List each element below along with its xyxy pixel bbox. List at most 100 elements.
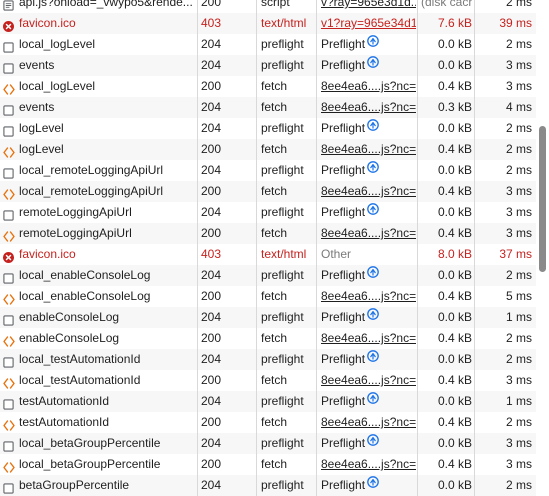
- initiator-link[interactable]: v?ray=965e3d1d...: [321, 0, 416, 9]
- request-name[interactable]: local_remoteLoggingApiUrl: [19, 160, 163, 181]
- name-cell[interactable]: local_testAutomationId: [0, 349, 196, 370]
- name-cell[interactable]: betaGroupPercentile: [0, 475, 196, 496]
- request-row[interactable]: local_enableConsoleLog 204 preflight Prefli…: [0, 265, 536, 286]
- name-cell[interactable]: local_betaGroupPercentile: [0, 433, 196, 454]
- request-name[interactable]: local_remoteLoggingApiUrl: [19, 181, 163, 202]
- fetch-icon: [3, 228, 15, 242]
- name-cell[interactable]: logLevel: [0, 139, 196, 160]
- request-name[interactable]: events: [19, 55, 54, 76]
- preflight-link-icon[interactable]: [367, 265, 379, 285]
- name-cell[interactable]: local_betaGroupPercentile: [0, 454, 196, 475]
- initiator-link[interactable]: 8ee4ea6....js?nc=M: [321, 457, 416, 471]
- request-name[interactable]: remoteLoggingApiUrl: [19, 202, 132, 223]
- request-name[interactable]: api.js?onload=_vwypo5&rende...: [19, 0, 193, 13]
- initiator-link[interactable]: 8ee4ea6....js?nc=M: [321, 142, 416, 156]
- preflight-link-icon[interactable]: [367, 433, 379, 453]
- scrollbar-thumb[interactable]: [539, 126, 546, 272]
- request-row[interactable]: local_remoteLoggingApiUrl 200 fetch 8ee4ea6…: [0, 181, 536, 202]
- request-row[interactable]: remoteLoggingApiUrl 200 fetch 8ee4ea6....js…: [0, 223, 536, 244]
- name-cell[interactable]: enableConsoleLog: [0, 307, 196, 328]
- request-name[interactable]: testAutomationId: [19, 391, 109, 412]
- initiator-link[interactable]: 8ee4ea6....js?nc=M: [321, 184, 416, 198]
- request-name[interactable]: local_betaGroupPercentile: [19, 433, 160, 454]
- request-row[interactable]: local_testAutomationId 200 fetch 8ee4ea6...…: [0, 370, 536, 391]
- request-row[interactable]: testAutomationId 204 preflight Preflight 0.0…: [0, 391, 536, 412]
- name-cell[interactable]: enableConsoleLog: [0, 328, 196, 349]
- preflight-link-icon[interactable]: [367, 391, 379, 411]
- request-name[interactable]: local_enableConsoleLog: [19, 265, 150, 286]
- request-name[interactable]: local_enableConsoleLog: [19, 286, 150, 307]
- request-row[interactable]: local_testAutomationId 204 preflight Prefli…: [0, 349, 536, 370]
- preflight-link-icon[interactable]: [367, 160, 379, 180]
- request-name[interactable]: logLevel: [19, 118, 64, 139]
- request-row[interactable]: favicon.ico 403 text/html v1?ray=965e34d1..…: [0, 13, 536, 34]
- name-cell[interactable]: favicon.ico: [0, 13, 196, 34]
- preflight-link-icon[interactable]: [367, 34, 379, 54]
- name-cell[interactable]: local_logLevel: [0, 34, 196, 55]
- preflight-link-icon[interactable]: [367, 307, 379, 327]
- request-row[interactable]: testAutomationId 200 fetch 8ee4ea6....js?nc…: [0, 412, 536, 433]
- request-row[interactable]: remoteLoggingApiUrl 204 preflight Preflight…: [0, 202, 536, 223]
- request-name[interactable]: favicon.ico: [19, 13, 76, 34]
- preflight-link-icon[interactable]: [367, 475, 379, 495]
- request-name[interactable]: betaGroupPercentile: [19, 475, 129, 496]
- request-name[interactable]: local_logLevel: [19, 76, 95, 97]
- name-cell[interactable]: testAutomationId: [0, 391, 196, 412]
- vertical-scrollbar[interactable]: [537, 0, 547, 484]
- name-cell[interactable]: events: [0, 97, 196, 118]
- name-cell[interactable]: local_enableConsoleLog: [0, 265, 196, 286]
- name-cell[interactable]: favicon.ico: [0, 244, 196, 265]
- preflight-link-icon[interactable]: [367, 202, 379, 222]
- name-cell[interactable]: local_logLevel: [0, 76, 196, 97]
- request-name[interactable]: logLevel: [19, 139, 64, 160]
- request-name[interactable]: events: [19, 97, 54, 118]
- initiator-link[interactable]: 8ee4ea6....js?nc=M: [321, 289, 416, 303]
- name-cell[interactable]: local_remoteLoggingApiUrl: [0, 181, 196, 202]
- request-row[interactable]: api.js?onload=_vwypo5&rende... 200 script v…: [0, 0, 536, 13]
- request-name[interactable]: remoteLoggingApiUrl: [19, 223, 132, 244]
- request-name[interactable]: enableConsoleLog: [19, 328, 119, 349]
- request-row[interactable]: local_remoteLoggingApiUrl 204 preflight Pre…: [0, 160, 536, 181]
- name-cell[interactable]: local_enableConsoleLog: [0, 286, 196, 307]
- request-row[interactable]: local_betaGroupPercentile 200 fetch 8ee4ea6…: [0, 454, 536, 475]
- request-row[interactable]: local_logLevel 204 preflight Preflight 0.0 k…: [0, 34, 536, 55]
- request-name[interactable]: enableConsoleLog: [19, 307, 119, 328]
- initiator-link[interactable]: 8ee4ea6....js?nc=M: [321, 373, 416, 387]
- initiator-link[interactable]: v1?ray=965e34d1...: [321, 16, 416, 30]
- request-row[interactable]: logLevel 200 fetch 8ee4ea6....js?nc=M 0.4 kB…: [0, 139, 536, 160]
- preflight-link-icon[interactable]: [367, 349, 379, 369]
- request-row[interactable]: favicon.ico 403 text/html Other 8.0 kB 37 ms: [0, 244, 536, 265]
- initiator-link[interactable]: 8ee4ea6....js?nc=M: [321, 331, 416, 345]
- request-name[interactable]: local_testAutomationId: [19, 370, 140, 391]
- request-row[interactable]: local_enableConsoleLog 200 fetch 8ee4ea6...…: [0, 286, 536, 307]
- initiator-link[interactable]: 8ee4ea6....js?nc=M: [321, 100, 416, 114]
- request-row[interactable]: local_betaGroupPercentile 204 preflight Pre…: [0, 433, 536, 454]
- request-row[interactable]: enableConsoleLog 204 preflight Preflight 0.0…: [0, 307, 536, 328]
- name-cell[interactable]: testAutomationId: [0, 412, 196, 433]
- preflight-link-icon[interactable]: [367, 55, 379, 75]
- name-cell[interactable]: logLevel: [0, 118, 196, 139]
- name-cell[interactable]: remoteLoggingApiUrl: [0, 223, 196, 244]
- request-row[interactable]: local_logLevel 200 fetch 8ee4ea6....js?nc=M…: [0, 76, 536, 97]
- request-name[interactable]: local_betaGroupPercentile: [19, 454, 160, 475]
- request-row[interactable]: enableConsoleLog 200 fetch 8ee4ea6....js?nc…: [0, 328, 536, 349]
- initiator-link[interactable]: 8ee4ea6....js?nc=M: [321, 415, 416, 429]
- preflight-link-icon[interactable]: [367, 118, 379, 138]
- initiator-link[interactable]: 8ee4ea6....js?nc=M: [321, 79, 416, 93]
- name-cell[interactable]: api.js?onload=_vwypo5&rende...: [0, 0, 196, 13]
- request-name[interactable]: favicon.ico: [19, 244, 76, 265]
- name-cell[interactable]: local_remoteLoggingApiUrl: [0, 160, 196, 181]
- time-cell: 2 ms: [505, 268, 532, 282]
- request-row[interactable]: logLevel 204 preflight Preflight 0.0 kB 2 ms: [0, 118, 536, 139]
- request-row[interactable]: events 204 preflight Preflight 0.0 kB 3 ms: [0, 55, 536, 76]
- name-cell[interactable]: remoteLoggingApiUrl: [0, 202, 196, 223]
- initiator-link[interactable]: 8ee4ea6....js?nc=M: [321, 226, 416, 240]
- initiator-text: Preflight: [321, 163, 366, 177]
- name-cell[interactable]: local_testAutomationId: [0, 370, 196, 391]
- request-name[interactable]: local_testAutomationId: [19, 349, 140, 370]
- request-row[interactable]: betaGroupPercentile 204 preflight Preflight…: [0, 475, 536, 496]
- request-name[interactable]: testAutomationId: [19, 412, 109, 433]
- name-cell[interactable]: events: [0, 55, 196, 76]
- request-name[interactable]: local_logLevel: [19, 34, 95, 55]
- request-row[interactable]: events 204 fetch 8ee4ea6....js?nc=M 0.3 kB 4 …: [0, 97, 536, 118]
